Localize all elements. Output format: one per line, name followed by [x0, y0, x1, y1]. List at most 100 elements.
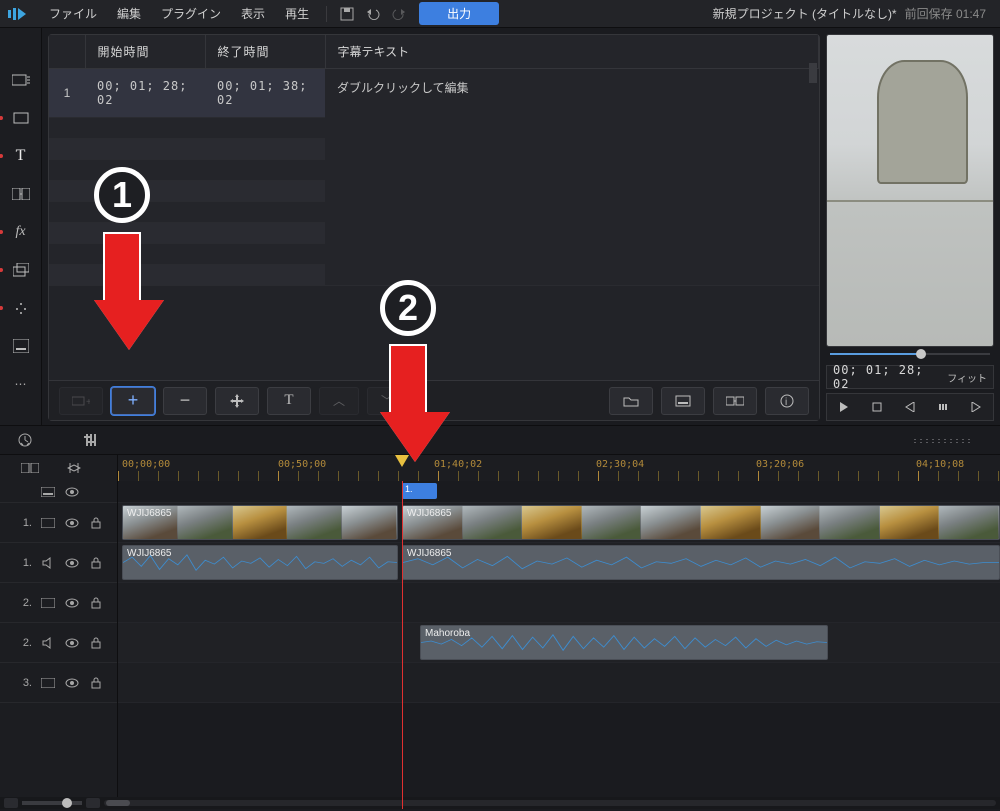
audio-lane-1[interactable]: WJIJ6865 WJIJ6865 [118, 543, 1000, 583]
divider-strip[interactable] [0, 425, 1000, 455]
eye-icon[interactable] [64, 555, 80, 571]
fit-button[interactable]: フィット [947, 370, 987, 385]
saved-label: 前回保存 [905, 7, 953, 21]
info-button[interactable]: i [765, 387, 809, 415]
track-lanes[interactable]: 1. WJIJ6865 WJIJ6865 WJIJ6865 WJIJ6865 [118, 481, 1000, 809]
lock-icon[interactable] [88, 555, 104, 571]
col-end[interactable]: 終了時間 [205, 35, 325, 69]
timeline-head-tools [0, 455, 118, 481]
play-button[interactable] [834, 397, 854, 417]
subtitle-toolbar: + + − T ︿ ﹀ i [49, 380, 819, 420]
video-lane-2[interactable] [118, 583, 1000, 623]
more-icon[interactable]: ⋯ [7, 372, 35, 396]
open-folder-button[interactable] [609, 387, 653, 415]
tool-rail: T fx ⋯ [0, 28, 42, 425]
zoom-out-button[interactable] [4, 798, 18, 808]
room-icon[interactable] [7, 106, 35, 130]
lock-icon[interactable] [88, 595, 104, 611]
video-lane-3[interactable] [118, 663, 1000, 703]
video-track-1-head[interactable]: 1. [0, 503, 117, 543]
undo-icon[interactable] [361, 3, 385, 25]
audio-clip[interactable]: Mahoroba [420, 625, 828, 660]
playhead-marker[interactable] [395, 455, 409, 467]
zoom-in-button[interactable] [86, 798, 100, 808]
subtitle-scrollbar[interactable] [809, 63, 817, 380]
move-subtitle-button[interactable] [215, 387, 259, 415]
menu-plugin[interactable]: プラグイン [152, 1, 230, 26]
eye-icon[interactable] [64, 595, 80, 611]
eye-icon[interactable] [64, 484, 80, 500]
ruler-label: 02;30;04 [596, 459, 644, 470]
storyboard-view-icon[interactable] [18, 458, 42, 478]
export-button[interactable]: 出力 [419, 2, 499, 25]
audio-lane-2[interactable]: Mahoroba [118, 623, 1000, 663]
audio-track-2-head[interactable]: 2. [0, 623, 117, 663]
menu-play[interactable]: 再生 [276, 1, 318, 26]
title-room-icon[interactable]: T [7, 144, 35, 168]
preview-viewport[interactable] [826, 34, 994, 347]
eye-icon[interactable] [64, 675, 80, 691]
row-start[interactable]: 00; 01; 28; 02 [85, 69, 205, 118]
particle-room-icon[interactable] [7, 296, 35, 320]
stop-button[interactable] [867, 397, 887, 417]
horizontal-scrollbar[interactable] [104, 800, 996, 806]
media-library-icon[interactable] [7, 68, 35, 92]
import-subtitle-button[interactable] [713, 387, 757, 415]
menu-edit[interactable]: 編集 [108, 1, 150, 26]
audio-track-1-head[interactable]: 1. [0, 543, 117, 583]
video-track-3-head[interactable]: 3. [0, 663, 117, 703]
video-clip[interactable]: WJIJ6865 [402, 505, 1000, 540]
audio-track-icon [40, 555, 56, 571]
prev-frame-button[interactable] [900, 397, 920, 417]
remove-subtitle-button[interactable]: − [163, 387, 207, 415]
timeline-zoom-bar[interactable] [0, 797, 1000, 809]
lock-icon[interactable] [88, 635, 104, 651]
menu-view[interactable]: 表示 [232, 1, 274, 26]
loop-button[interactable] [933, 397, 953, 417]
eye-icon[interactable] [64, 515, 80, 531]
next-subtitle-button[interactable]: ﹀ [367, 387, 407, 415]
text-style-button[interactable]: T [267, 387, 311, 415]
subtitle-lane[interactable]: 1. [118, 481, 1000, 503]
subtitle-room-icon[interactable] [7, 334, 35, 358]
video-lane-1[interactable]: WJIJ6865 WJIJ6865 [118, 503, 1000, 543]
menu-file[interactable]: ファイル [40, 1, 106, 26]
fx-room-icon[interactable]: fx [7, 220, 35, 244]
panel-resize-handle[interactable] [912, 438, 972, 443]
lock-icon[interactable] [88, 515, 104, 531]
col-start[interactable]: 開始時間 [85, 35, 205, 69]
subtitle-preview-button[interactable] [661, 387, 705, 415]
prev-subtitle-button[interactable]: ︿ [319, 387, 359, 415]
save-icon[interactable] [335, 3, 359, 25]
col-text[interactable]: 字幕テキスト [325, 35, 819, 69]
audio-clip[interactable]: WJIJ6865 [402, 545, 1000, 580]
eye-icon[interactable] [64, 635, 80, 651]
audio-clip[interactable]: WJIJ6865 [122, 545, 398, 580]
add-subtitle-button[interactable]: + [111, 387, 155, 415]
transition-room-icon[interactable] [7, 182, 35, 206]
row-text[interactable]: ダブルクリックして編集 [325, 69, 819, 286]
video-track-icon [40, 515, 56, 531]
lock-icon[interactable] [88, 675, 104, 691]
video-clip[interactable]: WJIJ6865 [122, 505, 398, 540]
subtitle-row[interactable]: 1 00; 01; 28; 02 00; 01; 38; 02 ダブルクリックし… [49, 69, 819, 118]
preview-seek-slider[interactable] [826, 347, 994, 361]
subtitle-table: 開始時間 終了時間 字幕テキスト 1 00; 01; 28; 02 00; 01… [49, 35, 819, 286]
ruler-label: 00;50;00 [278, 459, 326, 470]
timeline-settings-icon[interactable] [80, 430, 102, 450]
upper-workspace: T fx ⋯ 開始時間 終了時間 字幕テキスト 1 00; 01; 28; 02 [0, 28, 1000, 425]
subtitle-clip[interactable]: 1. [402, 483, 437, 499]
redo-icon[interactable] [387, 3, 411, 25]
snap-icon[interactable] [62, 458, 86, 478]
preview-timecode[interactable]: 00; 01; 28; 02 [833, 363, 943, 391]
video-track-2-head[interactable]: 2. [0, 583, 117, 623]
next-frame-button[interactable] [966, 397, 986, 417]
subtitle-batch-button[interactable]: + [59, 387, 103, 415]
timeline-ruler[interactable]: 00;00;00 00;50;00 01;40;02 02;30;04 03;2… [118, 455, 1000, 481]
timeline-clock-icon[interactable] [14, 430, 36, 450]
playhead-line[interactable] [402, 481, 403, 809]
audio-track-icon [40, 635, 56, 651]
overlay-room-icon[interactable] [7, 258, 35, 282]
row-end[interactable]: 00; 01; 38; 02 [205, 69, 325, 118]
subtitle-track-head[interactable] [0, 481, 117, 503]
